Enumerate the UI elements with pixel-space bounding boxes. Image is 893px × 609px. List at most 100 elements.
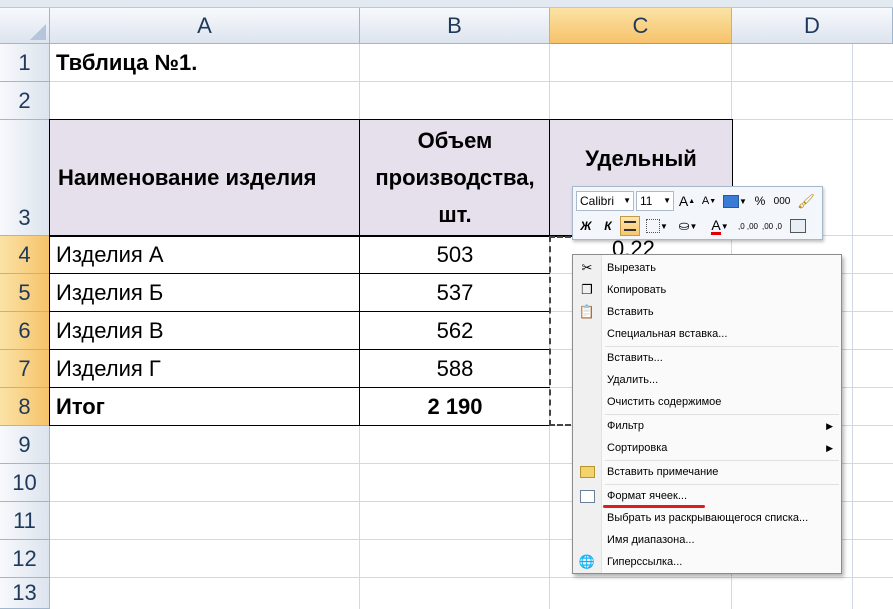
italic-button[interactable]: К (598, 216, 618, 236)
mini-toolbar: Calibri ▼ 11 ▼ A ▲ A ▼ ▼ % 000 🖌 Ж К ▼ ⛀ ▼ A ▼… (572, 186, 823, 240)
bold-button[interactable]: Ж (576, 216, 596, 236)
menu-item-label: Вставить... (607, 352, 663, 364)
row-header-7[interactable]: 7 (0, 350, 50, 388)
thousands-button[interactable]: 000 (771, 191, 793, 211)
align-center-button[interactable] (620, 216, 640, 236)
cell-b3-line3: шт. (438, 202, 472, 227)
row-header-4[interactable]: 4 (0, 236, 50, 274)
cell-b8[interactable]: 2 190 (360, 388, 550, 426)
increase-decimal-button[interactable]: ,0 ,00 (737, 216, 759, 236)
menu-item-copy[interactable]: ❐ Копировать (573, 279, 841, 301)
paintbrush-icon: 🖌 (797, 192, 815, 209)
paint-bucket-icon: ⛀ (678, 218, 690, 233)
cell-b7[interactable]: 588 (360, 350, 550, 388)
cell-a5[interactable]: Изделия Б (50, 274, 360, 312)
fill-color-button[interactable]: ⛀ ▼ (674, 216, 702, 236)
align-center-icon (624, 221, 636, 231)
menu-item-label: Специальная вставка... (607, 328, 728, 340)
column-header-a[interactable]: A (50, 8, 360, 44)
column-header-c[interactable]: C (550, 8, 732, 44)
cell-a3[interactable]: Наименование изделия (50, 120, 360, 236)
copy-icon: ❐ (581, 282, 593, 297)
cell-a1[interactable]: Твблица №1. (50, 44, 360, 82)
cell-b6[interactable]: 562 (360, 312, 550, 350)
merge-cells-button[interactable] (787, 216, 809, 236)
menu-item-sort[interactable]: Сортировка ▶ (573, 437, 841, 459)
row-header-5[interactable]: 5 (0, 274, 50, 312)
menu-item-label: Копировать (607, 284, 667, 296)
currency-format-button[interactable]: ▼ (721, 191, 749, 211)
cell-a4[interactable]: Изделия А (50, 236, 360, 274)
cell-b3-line1: Объем (417, 128, 493, 153)
font-size-box[interactable]: 11 ▼ (636, 191, 674, 211)
row-header-2[interactable]: 2 (0, 82, 50, 120)
menu-item-label: Фильтр (607, 420, 644, 432)
hyperlink-icon: 🌐 (578, 554, 596, 569)
row-header-3[interactable]: 3 (0, 120, 50, 236)
cell-b3-line2: производства, (375, 165, 535, 190)
menu-item-cut[interactable]: ✂ Вырезать (573, 257, 841, 279)
submenu-arrow-icon: ▶ (826, 420, 833, 431)
font-name-box[interactable]: Calibri ▼ (576, 191, 634, 211)
row-header-11[interactable]: 11 (0, 502, 50, 540)
font-name: Calibri (580, 194, 615, 208)
menu-item-label: Имя диапазона... (607, 534, 695, 546)
menu-item-paste[interactable]: 📋 Вставить (573, 301, 841, 323)
font-color-label: A (711, 216, 721, 235)
row-header-10[interactable]: 10 (0, 464, 50, 502)
row-header-9[interactable]: 9 (0, 426, 50, 464)
submenu-arrow-icon: ▶ (826, 442, 833, 453)
cell-b4[interactable]: 503 (360, 236, 550, 274)
gridline (852, 44, 853, 609)
menu-item-label: Формат ячеек... (607, 490, 688, 502)
scissors-icon: ✂ (581, 260, 593, 275)
shrink-font-button[interactable]: A ▼ (699, 191, 719, 211)
grow-font-button[interactable]: A ▲ (677, 191, 697, 211)
formula-bar-edge (0, 0, 893, 8)
gridline (50, 577, 893, 578)
menu-item-name-range[interactable]: Имя диапазона... (573, 529, 841, 551)
menu-item-label: Выбрать из раскрывающегося списка... (607, 512, 809, 524)
row-header-1[interactable]: 1 (0, 44, 50, 82)
borders-button[interactable]: ▼ (644, 216, 670, 236)
column-header-d[interactable]: D (732, 8, 893, 44)
column-header-b[interactable]: B (360, 8, 550, 44)
cell-b5[interactable]: 537 (360, 274, 550, 312)
cell-a6[interactable]: Изделия В (50, 312, 360, 350)
menu-item-label: Вырезать (607, 262, 656, 274)
menu-item-label: Очистить содержимое (607, 396, 722, 408)
chevron-down-icon: ▼ (663, 196, 671, 205)
cell-a7[interactable]: Изделия Г (50, 350, 360, 388)
format-painter-button[interactable]: 🖌 (795, 191, 817, 211)
decrease-decimal-button[interactable]: ,00 ,0 (761, 216, 783, 236)
format-cells-icon (579, 488, 595, 504)
menu-item-format-cells[interactable]: Формат ячеек... (573, 485, 841, 507)
shrink-font-label: A (701, 195, 710, 207)
font-color-button[interactable]: A ▼ (706, 216, 734, 236)
select-all-corner[interactable] (0, 8, 50, 44)
row-header-8[interactable]: 8 (0, 388, 50, 426)
row-header-13[interactable]: 13 (0, 578, 50, 609)
menu-item-label: Вставить примечание (607, 466, 719, 478)
row-header-12[interactable]: 12 (0, 540, 50, 578)
menu-item-hyperlink[interactable]: 🌐 Гиперссылка... (573, 551, 841, 573)
menu-item-delete[interactable]: Удалить... (573, 369, 841, 391)
cell-c3[interactable]: Удельный (550, 140, 732, 178)
menu-item-clear-contents[interactable]: Очистить содержимое (573, 391, 841, 413)
row-header-6[interactable]: 6 (0, 312, 50, 350)
currency-icon (723, 194, 740, 208)
menu-item-filter[interactable]: Фильтр ▶ (573, 415, 841, 437)
grow-font-label: A (678, 193, 689, 209)
comment-icon (579, 464, 595, 480)
menu-item-pick-from-list[interactable]: Выбрать из раскрывающегося списка... (573, 507, 841, 529)
paste-icon: 📋 (578, 304, 596, 319)
menu-item-insert-comment[interactable]: Вставить примечание (573, 461, 841, 483)
menu-item-label: Вставить (607, 306, 654, 318)
cell-b3[interactable]: Объем производства, шт. (360, 120, 550, 236)
menu-item-paste-special[interactable]: Специальная вставка... (573, 323, 841, 345)
cell-a8[interactable]: Итог (50, 388, 360, 426)
menu-item-label: Сортировка (607, 442, 668, 454)
percent-button[interactable]: % (751, 191, 769, 211)
menu-item-insert[interactable]: Вставить... (573, 347, 841, 369)
menu-item-label: Удалить... (607, 374, 659, 386)
